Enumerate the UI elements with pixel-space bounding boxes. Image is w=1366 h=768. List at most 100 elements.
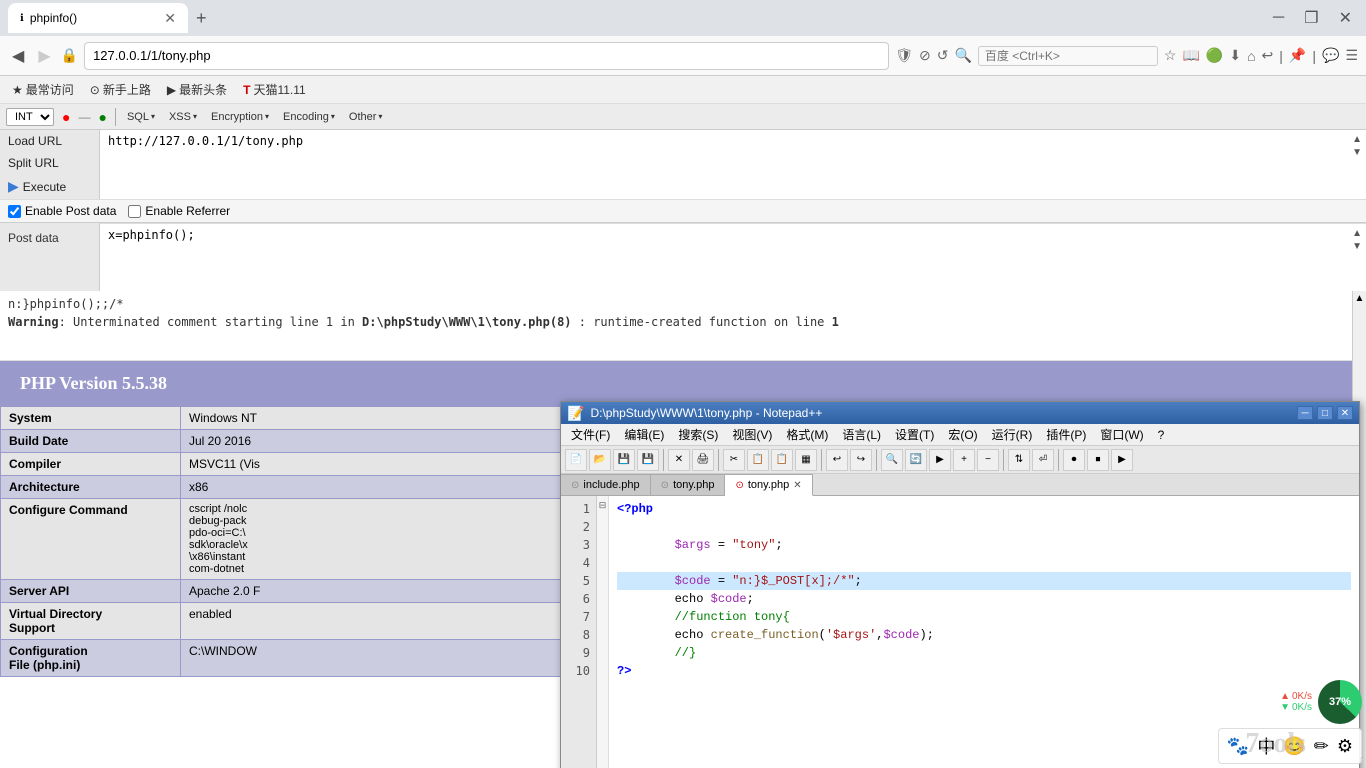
fold-marker-1[interactable]: ⊟	[597, 496, 608, 514]
code-line-2	[617, 518, 1351, 536]
bookmark-icon[interactable]: ☆	[1164, 47, 1177, 64]
npp-record-macro-button[interactable]: ⏺	[1063, 449, 1085, 471]
hackbar-panel: Load URL Split URL ▶ Execute ▲ ▼	[0, 130, 1366, 223]
npp-settings-menu[interactable]: 设置(T)	[889, 424, 940, 445]
play-icon: ▶	[8, 178, 19, 195]
enable-post-checkbox[interactable]: Enable Post data	[8, 204, 116, 218]
npp-restore-button[interactable]: □	[1317, 406, 1333, 420]
npp-minimize-button[interactable]: ─	[1297, 406, 1313, 420]
hackbar-left-buttons: Load URL Split URL ▶ Execute	[0, 130, 100, 199]
npp-print-button[interactable]: 🖨	[692, 449, 714, 471]
npp-undo-button[interactable]: ↩	[826, 449, 848, 471]
restore-button[interactable]: ❐	[1298, 6, 1324, 30]
minimize-button[interactable]: ─	[1267, 7, 1290, 29]
npp-view-menu[interactable]: 视图(V)	[726, 424, 778, 445]
scroll-down-icon[interactable]: ▼	[1352, 147, 1362, 158]
hackbar-type-dropdown[interactable]: INT	[6, 108, 54, 126]
dash-icon: —	[78, 110, 90, 124]
npp-help-menu[interactable]: ?	[1152, 426, 1171, 444]
npp-lang-menu[interactable]: 语言(L)	[836, 424, 887, 445]
npp-select-all-button[interactable]: ▦	[795, 449, 817, 471]
npp-zoom-out-button[interactable]: −	[977, 449, 999, 471]
npp-sep-4	[876, 449, 877, 471]
home-icon[interactable]: ⌂	[1247, 48, 1255, 64]
npp-run-menu[interactable]: 运行(R)	[986, 424, 1039, 445]
npp-window-menu[interactable]: 窗口(W)	[1094, 424, 1149, 445]
npp-search-menu[interactable]: 搜索(S)	[672, 424, 724, 445]
network-widget: ▲ 0K/s ▼ 0K/s 37%	[1280, 680, 1362, 724]
bookmark-item-2[interactable]: ⊙ 新手上路	[84, 79, 157, 100]
other-menu-button[interactable]: Other▾	[346, 110, 386, 124]
npp-tab-include[interactable]: ⊙ include.php	[561, 474, 651, 495]
forward-button[interactable]: ▶	[34, 44, 54, 68]
history-back-icon: ↩	[1262, 47, 1274, 64]
npp-sync-scroll-button[interactable]: ⇅	[1008, 449, 1030, 471]
encoding-menu-button[interactable]: Encoding▾	[280, 110, 338, 124]
enable-post-input[interactable]	[8, 205, 21, 218]
split-url-button[interactable]: Split URL	[0, 152, 99, 174]
npp-tab-tony-close[interactable]: ✕	[793, 480, 801, 491]
execute-button[interactable]: ▶ Execute	[0, 174, 99, 199]
npp-stop-macro-button[interactable]: ⏹	[1087, 449, 1109, 471]
pen-icon[interactable]: ✏	[1314, 736, 1329, 757]
npp-redo-button[interactable]: ↪	[850, 449, 872, 471]
npp-close-button[interactable]: ✕	[1337, 406, 1353, 420]
enable-referrer-checkbox[interactable]: Enable Referrer	[128, 204, 230, 218]
postdata-scroll-up[interactable]: ▲	[1352, 228, 1362, 239]
npp-new-button[interactable]: 📄	[565, 449, 587, 471]
url-input[interactable]	[93, 48, 880, 63]
npp-open-button[interactable]: 📂	[589, 449, 611, 471]
npp-tab-tony-active[interactable]: ⊙ tony.php ✕	[725, 474, 812, 496]
npp-paste-button[interactable]: 📋	[771, 449, 793, 471]
npp-format-menu[interactable]: 格式(M)	[780, 424, 834, 445]
up-arrow: ▲	[1280, 691, 1290, 702]
bookmark-icon-4: T	[243, 83, 250, 97]
scrollbar-up[interactable]: ▲	[1355, 293, 1365, 304]
fold-marker-2	[597, 514, 608, 532]
load-url-button[interactable]: Load URL	[0, 130, 99, 152]
bookmark-item-4[interactable]: T 天猫11.11	[237, 79, 312, 100]
npp-tab-tony1[interactable]: ⊙ tony.php	[651, 474, 726, 495]
hackbar-url-textarea[interactable]	[100, 130, 1366, 190]
xss-menu-button[interactable]: XSS▾	[166, 110, 200, 124]
npp-save-all-button[interactable]: 💾	[637, 449, 659, 471]
bookmark-label-4: 天猫11.11	[253, 81, 305, 98]
npp-file-menu[interactable]: 文件(F)	[565, 424, 616, 445]
npp-copy-button[interactable]: 📋	[747, 449, 769, 471]
tab-close-button[interactable]: ✕	[164, 10, 176, 27]
postdata-textarea[interactable]	[100, 224, 1366, 288]
npp-find-button[interactable]: 🔍	[881, 449, 903, 471]
encryption-menu-button[interactable]: Encryption▾	[208, 110, 272, 124]
npp-tab-tony-active-icon: ⊙	[735, 480, 743, 491]
postdata-scroll-down[interactable]: ▼	[1352, 241, 1362, 252]
npp-tab-include-label: include.php	[583, 479, 639, 491]
npp-macro-menu[interactable]: 宏(O)	[942, 424, 983, 445]
npp-save-button[interactable]: 💾	[613, 449, 635, 471]
npp-play-macro-button[interactable]: ▶	[1111, 449, 1133, 471]
enable-referrer-input[interactable]	[128, 205, 141, 218]
scroll-up-icon[interactable]: ▲	[1352, 134, 1362, 145]
npp-cut-button[interactable]: ✂	[723, 449, 745, 471]
close-button[interactable]: ✕	[1333, 6, 1358, 30]
code-val: "n:}$_POST[x];/*"	[732, 574, 854, 588]
divider2-icon: |	[1312, 48, 1316, 64]
new-tab-button[interactable]: +	[188, 4, 215, 33]
npp-close-tab-button[interactable]: ✕	[668, 449, 690, 471]
refresh-button[interactable]: ↺	[937, 47, 949, 64]
npp-edit-menu[interactable]: 编辑(E)	[618, 424, 670, 445]
menu-icon[interactable]: ☰	[1345, 47, 1358, 64]
search-icon: 🔍	[954, 47, 971, 64]
browser-tab[interactable]: ℹ phpinfo() ✕	[8, 3, 188, 33]
npp-plugin-menu[interactable]: 插件(P)	[1040, 424, 1092, 445]
npp-find-next-button[interactable]: ▶	[929, 449, 951, 471]
npp-word-wrap-button[interactable]: ⏎	[1032, 449, 1054, 471]
npp-replace-button[interactable]: 🔄	[905, 449, 927, 471]
bookmark-item-3[interactable]: ▶ 最新头条	[161, 79, 233, 100]
search-input[interactable]	[978, 46, 1158, 66]
back-button[interactable]: ◀	[8, 44, 28, 68]
npp-title-text: D:\phpStudy\WWW\1\tony.php - Notepad++	[590, 406, 1291, 420]
sql-menu-button[interactable]: SQL▾	[124, 110, 158, 124]
npp-zoom-in-button[interactable]: +	[953, 449, 975, 471]
bookmark-item-1[interactable]: ★ 最常访问	[6, 79, 80, 100]
settings-icon[interactable]: ⚙	[1337, 736, 1353, 757]
